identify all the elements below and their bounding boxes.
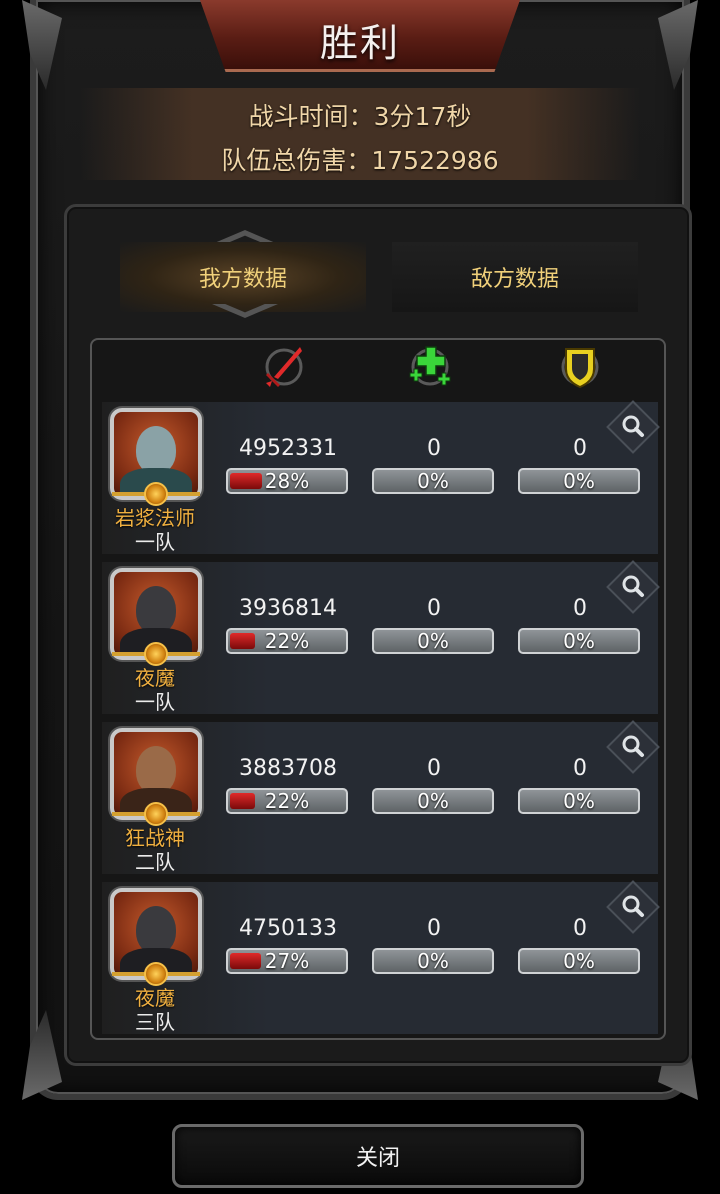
damage-bar: 22% — [226, 788, 348, 814]
hero-team: 三队 — [135, 1010, 175, 1034]
hero-row: 夜魔 一队 3936814 0 0 22% 0% 0% — [102, 560, 660, 714]
hero-row: 岩浆法师 一队 4952331 0 0 28% 0% 0% — [102, 400, 660, 554]
damage-bar: 27% — [226, 948, 348, 974]
close-button[interactable]: 关闭 — [172, 1124, 584, 1188]
rank-wing — [112, 492, 148, 496]
hero-team: 一队 — [135, 530, 175, 554]
heal-value: 0 — [427, 756, 441, 781]
heal-cross-icon — [402, 343, 458, 391]
heal-bar: 0% — [372, 628, 494, 654]
defense-bar: 0% — [518, 788, 640, 814]
damage-bar: 28% — [226, 468, 348, 494]
heal-bar: 0% — [372, 468, 494, 494]
defense-bar: 0% — [518, 628, 640, 654]
hero-team: 一队 — [135, 690, 175, 714]
magnifier-icon — [622, 575, 644, 597]
damage-value: 3936814 — [239, 596, 337, 621]
damage-value: 3883708 — [239, 756, 337, 781]
magnifier-icon — [622, 415, 644, 437]
heal-value: 0 — [427, 596, 441, 621]
sword-icon — [256, 343, 312, 391]
defense-bar: 0% — [518, 948, 640, 974]
rank-wing — [164, 812, 200, 816]
heal-bar: 0% — [372, 948, 494, 974]
rank-wing — [164, 652, 200, 656]
heal-value: 0 — [427, 436, 441, 461]
damage-bar: 22% — [226, 628, 348, 654]
battle-time: 战斗时间：3分17秒 — [248, 102, 472, 131]
page-title: 胜利 — [319, 21, 400, 65]
magnifier-icon — [622, 735, 644, 757]
team-damage: 队伍总伤害：17522986 — [221, 146, 499, 175]
damage-value: 4952331 — [239, 436, 337, 461]
magnifier-icon — [622, 895, 644, 917]
rank-wing — [112, 972, 148, 976]
heal-value: 0 — [427, 916, 441, 941]
hero-row: 狂战神 二队 3883708 0 0 22% 0% 0% — [102, 720, 660, 874]
hero-row: 夜魔 三队 4750133 0 0 27% 0% 0% — [102, 880, 660, 1034]
defense-bar: 0% — [518, 468, 640, 494]
tab-enemy-data[interactable]: 敌方数据 — [392, 242, 638, 312]
hero-team: 二队 — [135, 850, 175, 874]
rank-wing — [164, 492, 200, 496]
damage-value: 4750133 — [239, 916, 337, 941]
tab-our-data[interactable]: 我方数据 — [120, 242, 366, 312]
heal-bar: 0% — [372, 788, 494, 814]
rank-wing — [112, 812, 148, 816]
rank-wing — [164, 972, 200, 976]
shield-icon — [552, 343, 608, 391]
rank-wing — [112, 652, 148, 656]
